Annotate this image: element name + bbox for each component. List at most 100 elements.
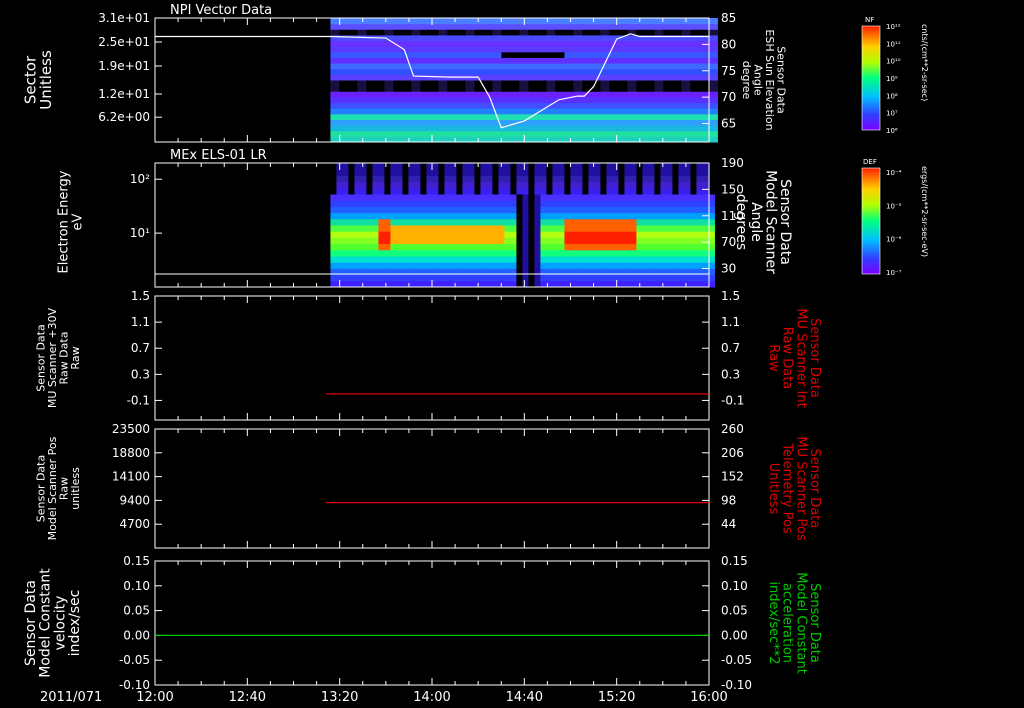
spectrogram-cell — [702, 231, 709, 238]
spectrogram-cell — [420, 200, 427, 207]
spectrogram-cell — [432, 225, 439, 232]
spectrogram-cell — [540, 194, 547, 201]
spectrogram-cell — [591, 46, 601, 53]
spectrogram-cell — [354, 280, 361, 288]
spectrogram-cell — [474, 218, 481, 226]
spectrogram-cell — [516, 194, 523, 201]
spectrogram-cell — [360, 194, 367, 201]
spectrogram-cell — [612, 262, 619, 269]
spectrogram-cell — [384, 262, 391, 269]
spectrogram-cell — [648, 194, 655, 201]
spectrogram-cell — [375, 51, 385, 58]
spectrogram-cell — [402, 96, 412, 104]
spectrogram-cell — [501, 108, 511, 115]
spectrogram-cell — [420, 169, 427, 176]
spectrogram-cell — [492, 218, 499, 226]
spectrogram-cell — [390, 163, 397, 170]
spectrogram-cell — [570, 274, 577, 282]
spectrogram-cell — [600, 274, 607, 282]
spectrogram-cell — [537, 91, 547, 98]
spectrogram-cell — [393, 57, 403, 64]
spectrogram-cell — [645, 74, 655, 81]
spectrogram-cell — [360, 274, 367, 282]
spectrogram-cell — [624, 187, 631, 195]
y-tick-label: 1.9e+01 — [98, 59, 150, 73]
spectrogram-cell — [582, 249, 589, 257]
spectrogram-cell — [465, 68, 475, 75]
spectrogram-cell — [330, 243, 337, 251]
spectrogram-cell — [348, 46, 358, 53]
spectrogram-cell — [450, 243, 457, 251]
x-tick-label: 15:20 — [598, 690, 635, 705]
spectrogram-cell — [414, 212, 421, 220]
spectrogram-cell — [600, 91, 610, 98]
spectrogram-cell — [438, 51, 448, 58]
spectrogram-cell — [483, 130, 493, 137]
spectrogram-cell — [357, 91, 367, 98]
spectrogram-cell — [576, 256, 583, 263]
spectrogram-cell — [468, 225, 475, 232]
spectrogram-cell — [528, 280, 535, 288]
spectrogram-cell — [681, 34, 691, 42]
spectrogram-cell — [627, 57, 637, 64]
spectrogram-cell — [552, 262, 559, 269]
spectrogram-cell — [393, 102, 403, 109]
spectrogram-cell — [492, 280, 499, 288]
spectrogram-cell — [348, 262, 355, 269]
spectrogram-cell — [546, 23, 556, 30]
spectrogram-cell — [591, 91, 601, 98]
spectrogram-cell — [699, 23, 709, 30]
spectrogram-cell — [426, 243, 433, 251]
spectrogram-cell — [684, 206, 691, 214]
spectrogram-cell — [660, 237, 667, 245]
spectrogram-cell — [411, 23, 421, 30]
spectrogram-cell — [468, 243, 475, 251]
spectrogram-cell — [456, 231, 463, 238]
spectrogram-cell — [546, 256, 553, 263]
spectrogram-cell — [594, 206, 601, 214]
spectrogram-cell — [528, 57, 538, 64]
spectrogram-cell — [450, 187, 457, 195]
spectrogram-cell — [573, 57, 583, 64]
spectrogram-cell — [480, 194, 487, 201]
spectrogram-cell — [510, 80, 520, 87]
spectrogram-cell — [591, 119, 601, 126]
y2-tick-label: 30 — [721, 262, 736, 276]
spectrogram-cell — [663, 113, 673, 120]
spectrogram-cell — [624, 206, 631, 214]
spectrogram-cell — [564, 57, 574, 64]
spectrogram-cell — [678, 163, 685, 170]
spectrogram-cell — [591, 125, 601, 132]
spectrogram-cell — [558, 274, 565, 282]
spectrogram-cell — [378, 243, 385, 251]
spectrogram-cell — [492, 169, 499, 176]
spectrogram-cell — [537, 57, 547, 64]
spectrogram-cell — [330, 175, 337, 183]
spectrogram-cell — [588, 256, 595, 263]
spectrogram-cell — [462, 200, 469, 207]
spectrogram-cell — [447, 34, 457, 42]
spectrogram-cell — [600, 225, 607, 232]
spectrogram-cell — [702, 256, 709, 263]
spectrogram-cell — [384, 256, 391, 263]
spectrogram-cell — [663, 63, 673, 70]
spectrogram-cell — [450, 262, 457, 269]
spectrogram-cell — [636, 74, 646, 81]
spectrogram-cell — [636, 125, 646, 132]
y-tick-label: 14100 — [112, 470, 150, 484]
spectrogram-cell — [447, 40, 457, 47]
spectrogram-cell — [375, 91, 385, 98]
spectrogram-cell — [528, 51, 538, 58]
spectrogram-cell — [438, 63, 448, 70]
spectrogram-cell — [438, 18, 448, 25]
spectrogram-cell — [366, 51, 376, 58]
spectrogram-cell — [348, 23, 358, 30]
spectrogram-cell — [348, 212, 355, 220]
spectrogram-cell — [342, 243, 349, 251]
spectrogram-cell — [702, 218, 709, 226]
spectrogram-cell — [492, 91, 502, 98]
spectrogram-cell — [573, 96, 583, 104]
spectrogram-cell — [510, 237, 517, 245]
spectrogram-cell — [522, 181, 529, 189]
spectrogram-cell — [696, 249, 703, 257]
